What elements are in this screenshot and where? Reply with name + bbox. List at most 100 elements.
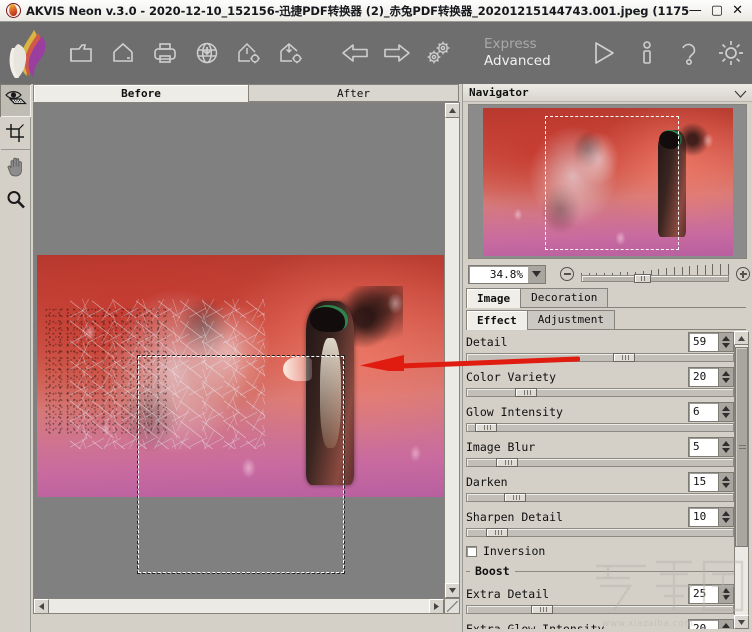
zoom-level-combobox[interactable]: 34.8% bbox=[468, 264, 546, 284]
slider-sharpen-detail-value[interactable]: 10 bbox=[688, 506, 718, 527]
slider-glow-intensity-value[interactable]: 6 bbox=[688, 401, 718, 422]
slider-extra-detail-track[interactable] bbox=[466, 605, 734, 614]
slider-extra-glow-intensity-label: Extra Glow Intensity bbox=[466, 621, 605, 630]
zoom-slider-track[interactable] bbox=[581, 275, 729, 282]
scroll-right-arrow[interactable] bbox=[429, 599, 444, 613]
panel-scroll-down-arrow[interactable] bbox=[734, 615, 749, 629]
slider-image-blur-thumb[interactable] bbox=[496, 458, 519, 467]
zoom-in-button[interactable] bbox=[736, 267, 750, 281]
slider-darken-thumb[interactable] bbox=[504, 493, 527, 502]
resize-grip[interactable] bbox=[444, 598, 459, 613]
slider-extra-glow-intensity-spinner[interactable]: 20 bbox=[688, 618, 734, 629]
zoom-tool[interactable] bbox=[0, 183, 31, 216]
slider-glow-intensity-spinner[interactable]: 6 bbox=[688, 401, 734, 422]
settings-panel-scrollbar[interactable] bbox=[734, 331, 749, 629]
spinner-arrows-icon[interactable] bbox=[718, 583, 734, 604]
mode-express-option[interactable]: Express bbox=[484, 36, 537, 53]
hand-tool[interactable] bbox=[0, 150, 31, 183]
navigator-preview[interactable] bbox=[468, 104, 747, 259]
spinner-arrows-icon[interactable] bbox=[718, 436, 734, 457]
slider-glow-intensity-thumb[interactable] bbox=[474, 423, 497, 432]
slider-glow-intensity-track[interactable] bbox=[466, 423, 734, 432]
checkbox-inversion-box[interactable] bbox=[466, 545, 477, 557]
load-preset-icon[interactable] bbox=[228, 30, 270, 76]
tab-after[interactable]: After bbox=[248, 84, 459, 102]
run-play-icon[interactable] bbox=[580, 30, 626, 76]
chevron-down-icon[interactable] bbox=[528, 265, 545, 283]
redo-arrow-icon[interactable] bbox=[376, 30, 418, 76]
panel-scroll-thumb[interactable] bbox=[735, 347, 748, 547]
canvas-horizontal-scrollbar[interactable] bbox=[34, 598, 444, 613]
crop-tool[interactable] bbox=[0, 117, 31, 150]
slider-color-variety-track[interactable] bbox=[466, 388, 734, 397]
spinner-arrows-icon[interactable] bbox=[718, 401, 734, 422]
slider-detail: Detail 59 bbox=[466, 331, 734, 362]
tab-image[interactable]: Image bbox=[466, 288, 522, 308]
slider-darken-value[interactable]: 15 bbox=[688, 471, 718, 492]
undo-arrow-icon[interactable] bbox=[334, 30, 376, 76]
slider-detail-value[interactable]: 59 bbox=[688, 331, 718, 352]
tab-decoration[interactable]: Decoration bbox=[520, 288, 609, 307]
publish-web-icon[interactable] bbox=[186, 30, 228, 76]
slider-image-blur-spinner[interactable]: 5 bbox=[688, 436, 734, 457]
scroll-left-arrow[interactable] bbox=[34, 599, 49, 613]
spinner-arrows-icon[interactable] bbox=[718, 506, 734, 527]
zoom-controls: 34.8% bbox=[468, 262, 750, 286]
info-icon[interactable] bbox=[626, 30, 668, 76]
batch-gears-icon[interactable] bbox=[418, 30, 460, 76]
slider-extra-detail-thumb[interactable] bbox=[530, 605, 553, 614]
tab-adjustment[interactable]: Adjustment bbox=[526, 310, 615, 329]
zoom-slider[interactable] bbox=[581, 264, 729, 284]
slider-image-blur-track[interactable] bbox=[466, 458, 734, 467]
spinner-arrows-icon[interactable] bbox=[718, 331, 734, 352]
spinner-arrows-icon[interactable] bbox=[718, 471, 734, 492]
slider-extra-detail-value[interactable]: 25 bbox=[688, 583, 718, 604]
maximize-button[interactable]: ▢ bbox=[711, 4, 723, 17]
main-toolbar: Express Advanced bbox=[0, 22, 752, 84]
tab-before[interactable]: Before bbox=[33, 84, 249, 102]
tab-effect[interactable]: Effect bbox=[466, 310, 528, 330]
app-logo-icon[interactable] bbox=[4, 26, 60, 80]
quick-preview-tool[interactable] bbox=[0, 84, 31, 117]
slider-detail-thumb[interactable] bbox=[613, 353, 636, 362]
slider-color-variety-thumb[interactable] bbox=[514, 388, 537, 397]
close-button[interactable]: ✕ bbox=[732, 4, 743, 17]
spinner-arrows-icon[interactable] bbox=[718, 366, 734, 387]
slider-extra-glow-intensity: Extra Glow Intensity 20 bbox=[466, 618, 734, 629]
canvas-vertical-scrollbar[interactable] bbox=[444, 103, 459, 598]
slider-sharpen-detail-spinner[interactable]: 10 bbox=[688, 506, 734, 527]
zoom-out-button[interactable] bbox=[560, 267, 574, 281]
slider-image-blur-value[interactable]: 5 bbox=[688, 436, 718, 457]
scroll-up-arrow[interactable] bbox=[445, 103, 459, 118]
chevron-down-icon[interactable] bbox=[734, 83, 747, 102]
slider-darken-label: Darken bbox=[466, 474, 508, 489]
help-question-icon[interactable] bbox=[668, 30, 710, 76]
save-image-icon[interactable] bbox=[102, 30, 144, 76]
open-image-icon[interactable] bbox=[60, 30, 102, 76]
zoom-slider-thumb[interactable] bbox=[634, 274, 652, 283]
slider-sharpen-detail-thumb[interactable] bbox=[485, 528, 508, 537]
slider-extra-glow-intensity-value[interactable]: 20 bbox=[688, 618, 718, 629]
slider-darken-spinner[interactable]: 15 bbox=[688, 471, 734, 492]
image-canvas[interactable] bbox=[33, 102, 460, 614]
panel-scroll-up-arrow[interactable] bbox=[734, 331, 749, 345]
mode-advanced-option[interactable]: Advanced bbox=[484, 53, 551, 70]
checkbox-inversion[interactable]: Inversion bbox=[466, 541, 734, 561]
settings-gear-icon[interactable] bbox=[710, 30, 752, 76]
slider-image-blur-label: Image Blur bbox=[466, 439, 536, 454]
slider-detail-track[interactable] bbox=[466, 353, 734, 362]
slider-color-variety-value[interactable]: 20 bbox=[688, 366, 718, 387]
panel-tabs-secondary: Effect Adjustment bbox=[466, 310, 746, 330]
before-after-tabs: Before After bbox=[33, 84, 460, 102]
slider-color-variety-spinner[interactable]: 20 bbox=[688, 366, 734, 387]
slider-detail-spinner[interactable]: 59 bbox=[688, 331, 734, 352]
spinner-arrows-icon[interactable] bbox=[718, 618, 734, 629]
save-preset-icon[interactable] bbox=[270, 30, 312, 76]
navigator-title: Navigator bbox=[469, 86, 529, 99]
minimize-button[interactable]: — bbox=[689, 4, 702, 17]
slider-extra-detail-spinner[interactable]: 25 bbox=[688, 583, 734, 604]
slider-darken-track[interactable] bbox=[466, 493, 734, 502]
print-image-icon[interactable] bbox=[144, 30, 186, 76]
scroll-down-arrow[interactable] bbox=[445, 583, 459, 598]
slider-sharpen-detail-track[interactable] bbox=[466, 528, 734, 537]
